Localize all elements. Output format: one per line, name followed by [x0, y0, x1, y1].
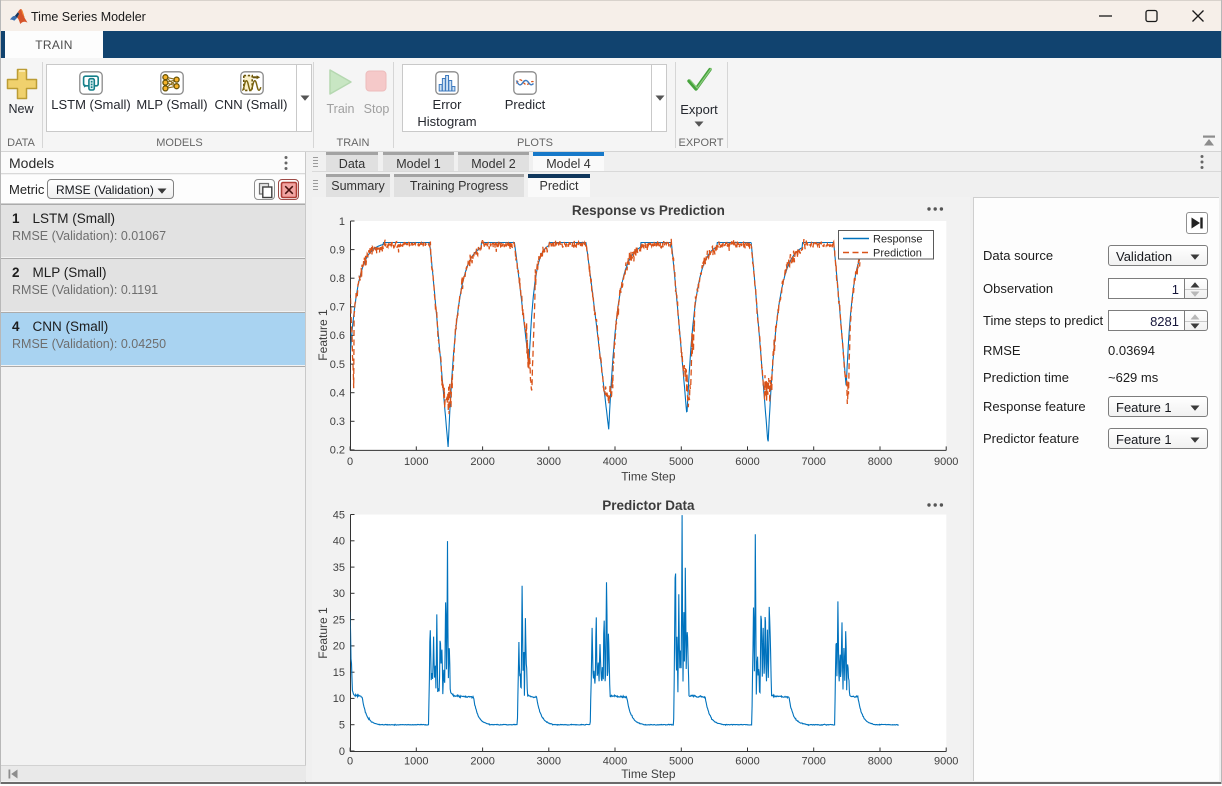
svg-text:6000: 6000: [735, 756, 759, 768]
svg-text:0.2: 0.2: [330, 445, 345, 457]
svg-text:5000: 5000: [669, 456, 693, 468]
svg-text:Time Step: Time Step: [621, 767, 676, 781]
svg-text:2000: 2000: [470, 756, 494, 768]
svg-text:45: 45: [333, 509, 345, 521]
svg-text:0: 0: [347, 456, 353, 468]
svg-text:3000: 3000: [537, 456, 561, 468]
svg-text:1000: 1000: [404, 456, 428, 468]
svg-text:6000: 6000: [735, 456, 759, 468]
svg-text:Response: Response: [873, 233, 923, 245]
svg-text:1: 1: [339, 216, 345, 228]
svg-text:35: 35: [333, 562, 345, 574]
svg-text:7000: 7000: [801, 756, 825, 768]
svg-text:0.6: 0.6: [330, 330, 345, 342]
svg-text:0.8: 0.8: [330, 273, 345, 285]
svg-text:4000: 4000: [603, 456, 627, 468]
svg-text:Feature 1: Feature 1: [316, 309, 330, 361]
svg-text:8000: 8000: [868, 456, 892, 468]
svg-text:9000: 9000: [934, 756, 958, 768]
svg-text:0.3: 0.3: [330, 416, 345, 428]
svg-text:0.5: 0.5: [330, 359, 345, 371]
svg-text:25: 25: [333, 614, 345, 626]
svg-text:40: 40: [333, 536, 345, 548]
svg-text:3000: 3000: [537, 756, 561, 768]
svg-text:Predictor Data: Predictor Data: [602, 498, 695, 513]
svg-text:1000: 1000: [404, 756, 428, 768]
svg-text:10: 10: [333, 693, 345, 705]
svg-text:Response vs Prediction: Response vs Prediction: [572, 203, 725, 218]
svg-text:30: 30: [333, 588, 345, 600]
svg-text:7000: 7000: [801, 456, 825, 468]
svg-text:15: 15: [333, 667, 345, 679]
svg-text:0.4: 0.4: [330, 388, 345, 400]
svg-text:0.9: 0.9: [330, 244, 345, 256]
svg-text:Time Step: Time Step: [621, 470, 676, 484]
svg-text:0.7: 0.7: [330, 302, 345, 314]
svg-text:Prediction: Prediction: [873, 247, 922, 259]
svg-text:20: 20: [333, 641, 345, 653]
svg-text:5000: 5000: [669, 756, 693, 768]
svg-text:2000: 2000: [470, 456, 494, 468]
svg-text:9000: 9000: [934, 456, 958, 468]
svg-text:5: 5: [339, 720, 345, 732]
svg-text:4000: 4000: [603, 756, 627, 768]
svg-text:Feature 1: Feature 1: [316, 607, 330, 659]
svg-text:0: 0: [339, 746, 345, 758]
svg-text:0: 0: [347, 756, 353, 768]
svg-text:8000: 8000: [868, 756, 892, 768]
